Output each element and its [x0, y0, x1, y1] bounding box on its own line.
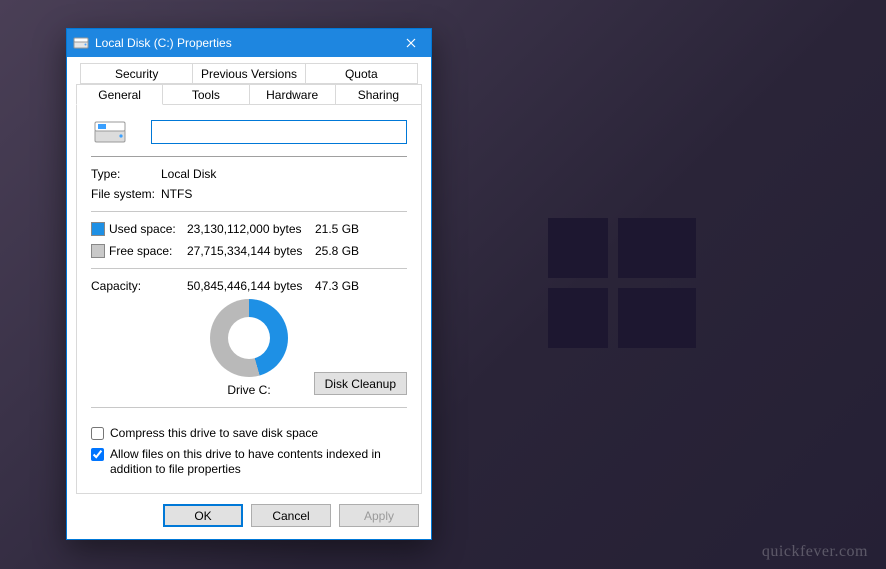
watermark: quickfever.com — [762, 543, 868, 561]
window-title: Local Disk (C:) Properties — [95, 36, 391, 50]
index-checkbox[interactable] — [91, 448, 104, 461]
cancel-button[interactable]: Cancel — [251, 504, 331, 527]
index-label[interactable]: Allow files on this drive to have conten… — [110, 447, 407, 477]
capacity-human: 47.3 GB — [315, 279, 373, 293]
compress-label[interactable]: Compress this drive to save disk space — [110, 426, 318, 441]
compress-checkbox[interactable] — [91, 427, 104, 440]
filesystem-value: NTFS — [161, 187, 407, 201]
free-bytes: 27,715,334,144 bytes — [187, 244, 315, 258]
free-human: 25.8 GB — [315, 244, 373, 258]
dialog-buttons: OK Cancel Apply — [67, 494, 431, 539]
free-label: Free space: — [109, 244, 187, 258]
tab-quota[interactable]: Quota — [305, 63, 418, 84]
type-label: Type: — [91, 167, 161, 181]
filesystem-label: File system: — [91, 187, 161, 201]
capacity-label: Capacity: — [91, 279, 187, 293]
capacity-bytes: 50,845,446,144 bytes — [187, 279, 315, 293]
used-swatch — [91, 222, 105, 236]
usage-donut-chart — [210, 299, 288, 377]
type-value: Local Disk — [161, 167, 407, 181]
volume-name-input[interactable] — [151, 120, 407, 144]
used-label: Used space: — [109, 222, 187, 236]
titlebar[interactable]: Local Disk (C:) Properties — [67, 29, 431, 57]
windows-logo — [548, 218, 696, 348]
used-bytes: 23,130,112,000 bytes — [187, 222, 315, 236]
drive-caption: Drive C: — [227, 383, 270, 397]
close-icon — [406, 38, 416, 48]
tab-hardware[interactable]: Hardware — [249, 84, 336, 105]
general-panel: Type: Local Disk File system: NTFS Used … — [76, 104, 422, 494]
disk-cleanup-button[interactable]: Disk Cleanup — [314, 372, 407, 395]
tab-previous-versions[interactable]: Previous Versions — [192, 63, 305, 84]
drive-large-icon — [93, 118, 129, 146]
tab-security[interactable]: Security — [80, 63, 193, 84]
tab-general[interactable]: General — [76, 84, 163, 105]
properties-dialog: Local Disk (C:) Properties Security Prev… — [66, 28, 432, 540]
tab-tools[interactable]: Tools — [162, 84, 249, 105]
ok-button[interactable]: OK — [163, 504, 243, 527]
apply-button[interactable]: Apply — [339, 504, 419, 527]
tab-sharing[interactable]: Sharing — [335, 84, 422, 105]
free-swatch — [91, 244, 105, 258]
used-human: 21.5 GB — [315, 222, 373, 236]
tab-strip: Security Previous Versions Quota General… — [76, 63, 422, 105]
drive-icon — [73, 35, 89, 51]
close-button[interactable] — [391, 29, 431, 57]
